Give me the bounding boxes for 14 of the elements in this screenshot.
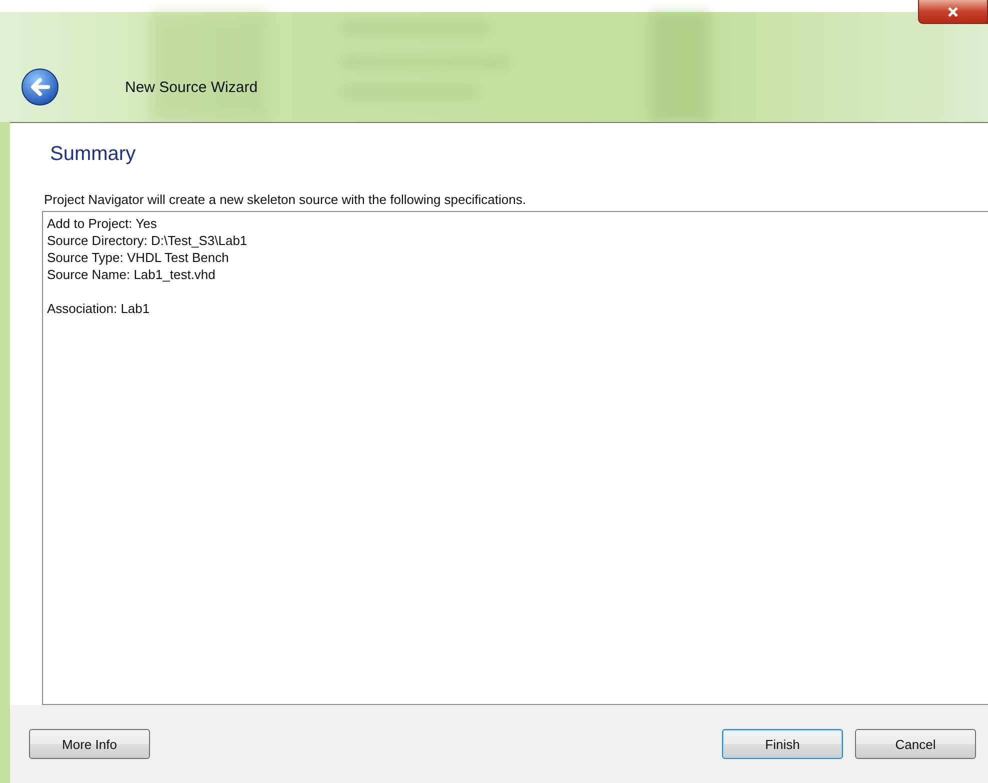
summary-line: Add to Project: Yes xyxy=(47,215,158,232)
summary-line: Source Directory: D:\Test_S3\Lab1 xyxy=(47,232,248,249)
close-button[interactable] xyxy=(918,0,988,24)
back-button[interactable] xyxy=(21,68,59,106)
more-info-button[interactable]: More Info xyxy=(29,729,150,759)
summary-line: Association: Lab1 xyxy=(47,300,151,317)
summary-line: Source Type: VHDL Test Bench xyxy=(47,249,230,266)
summary-line: Source Name: Lab1_test.vhd xyxy=(47,266,216,283)
window-title: New Source Wizard xyxy=(125,78,258,96)
close-icon xyxy=(947,6,959,18)
page-heading: Summary xyxy=(50,143,137,166)
dialog-button[interactable]: Finish xyxy=(722,729,843,759)
dialog-button[interactable]: Cancel xyxy=(855,729,976,759)
description-text: Project Navigator will create a new skeleton source with the following specifications. xyxy=(44,192,527,207)
